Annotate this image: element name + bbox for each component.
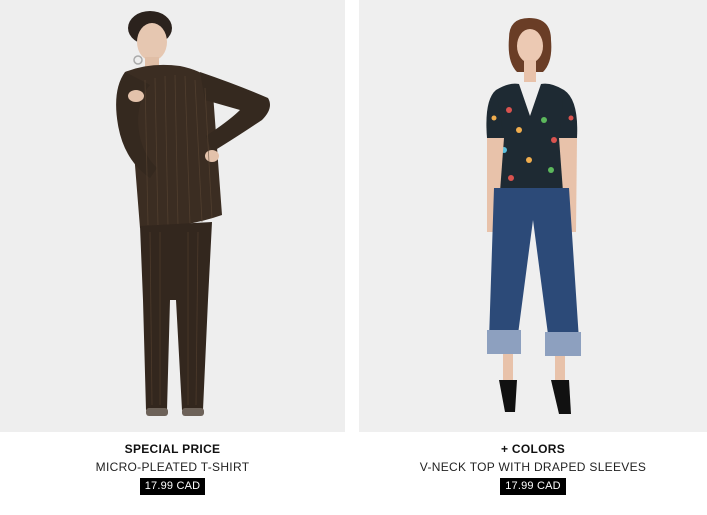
product-info: SPECIAL PRICE MICRO-PLEATED T-SHIRT 17.9…: [0, 441, 345, 495]
product-info: + COLORS V-NECK TOP WITH DRAPED SLEEVES …: [359, 441, 707, 495]
product-image[interactable]: [359, 0, 707, 432]
product-card[interactable]: + COLORS V-NECK TOP WITH DRAPED SLEEVES …: [359, 0, 707, 500]
model-photo-vneck-top-outfit: [359, 0, 707, 432]
product-tag: SPECIAL PRICE: [124, 442, 221, 456]
price-badge: 17.99 CAD: [500, 478, 566, 495]
price-badge: 17.99 CAD: [139, 478, 206, 495]
product-tag: + COLORS: [500, 442, 566, 456]
product-name-link[interactable]: MICRO-PLEATED T-SHIRT: [0, 459, 345, 475]
product-image[interactable]: [0, 0, 345, 432]
model-photo-micro-pleated-outfit: [0, 0, 345, 432]
product-name-link[interactable]: V-NECK TOP WITH DRAPED SLEEVES: [359, 459, 707, 475]
product-card[interactable]: SPECIAL PRICE MICRO-PLEATED T-SHIRT 17.9…: [0, 0, 345, 500]
